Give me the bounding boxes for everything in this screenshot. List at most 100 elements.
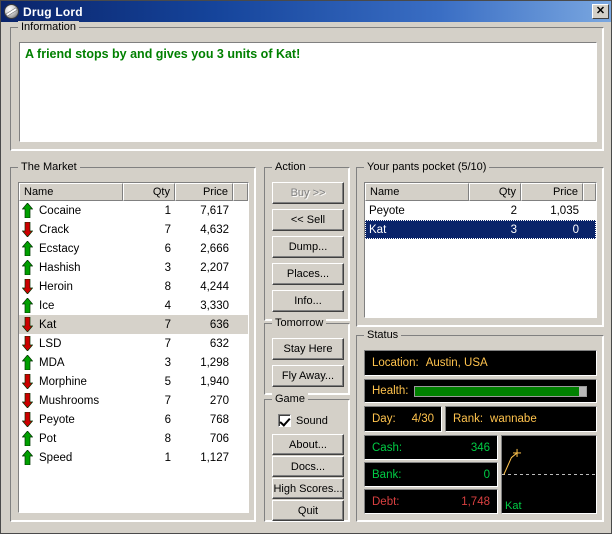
market-row-qty: 7 xyxy=(123,319,175,331)
price-history-chart: Kat xyxy=(501,435,597,514)
market-row[interactable]: Crack74,632 xyxy=(19,220,248,239)
market-row-name: Speed xyxy=(35,452,123,464)
market-list[interactable]: Name Qty Price Cocaine17,617Crack74,632E… xyxy=(18,182,249,513)
market-row[interactable]: Peyote6768 xyxy=(19,410,248,429)
status-legend: Status xyxy=(364,329,401,341)
pocket-row-price: 0 xyxy=(521,224,583,236)
market-row-qty: 6 xyxy=(123,243,175,255)
market-row-qty: 3 xyxy=(123,262,175,274)
pocket-list[interactable]: Name Qty Price Peyote21,035Kat30 xyxy=(364,182,597,318)
market-row-name: Peyote xyxy=(35,414,123,426)
location-label: Location: xyxy=(372,357,419,369)
market-row-price: 7,617 xyxy=(175,205,233,217)
market-row[interactable]: Ecstacy62,666 xyxy=(19,239,248,258)
pocket-row[interactable]: Peyote21,035 xyxy=(365,201,596,220)
rank-label: Rank: xyxy=(453,413,483,425)
market-row[interactable]: Ice43,330 xyxy=(19,296,248,315)
debt-label: Debt: xyxy=(372,496,400,508)
trend-up-arrow-icon xyxy=(22,241,33,256)
market-row-qty: 7 xyxy=(123,224,175,236)
action-button-sell[interactable]: << Sell xyxy=(272,209,344,231)
health-label: Health: xyxy=(372,385,408,397)
market-trend-icon-wrap xyxy=(19,279,35,294)
cash-field: Cash: 346 xyxy=(364,435,498,460)
pocket-col-name[interactable]: Name xyxy=(365,183,469,201)
game-legend: Game xyxy=(272,393,308,405)
market-row-name: Cocaine xyxy=(35,205,123,217)
market-row[interactable]: MDA31,298 xyxy=(19,353,248,372)
trend-down-arrow-icon xyxy=(22,317,33,332)
action-button-places[interactable]: Places... xyxy=(272,263,344,285)
market-legend: The Market xyxy=(18,161,80,173)
information-text-area[interactable]: A friend stops by and gives you 3 units … xyxy=(19,42,597,142)
market-row-name: Heroin xyxy=(35,281,123,293)
market-trend-icon-wrap xyxy=(19,203,35,218)
pocket-list-header: Name Qty Price xyxy=(365,183,596,201)
tomorrow-legend: Tomorrow xyxy=(272,317,326,329)
market-row-price: 2,666 xyxy=(175,243,233,255)
trend-up-arrow-icon xyxy=(22,431,33,446)
market-col-price[interactable]: Price xyxy=(175,183,233,201)
market-trend-icon-wrap xyxy=(19,317,35,332)
information-legend: Information xyxy=(18,21,79,33)
market-row-price: 632 xyxy=(175,338,233,350)
pocket-col-qty[interactable]: Qty xyxy=(469,183,521,201)
sound-checkbox-row[interactable]: Sound xyxy=(278,414,328,427)
game-button-docs[interactable]: Docs... xyxy=(272,456,344,477)
market-trend-icon-wrap xyxy=(19,336,35,351)
sound-checkbox[interactable] xyxy=(278,414,291,427)
trend-down-arrow-icon xyxy=(22,279,33,294)
trend-down-arrow-icon xyxy=(22,336,33,351)
market-row-qty: 5 xyxy=(123,376,175,388)
pocket-row[interactable]: Kat30 xyxy=(365,220,596,239)
market-row[interactable]: LSD7632 xyxy=(19,334,248,353)
market-row-name: Ecstacy xyxy=(35,243,123,255)
tomorrow-button-stay-here[interactable]: Stay Here xyxy=(272,338,344,360)
market-row-qty: 1 xyxy=(123,205,175,217)
market-row[interactable]: Kat7636 xyxy=(19,315,248,334)
app-disc-icon xyxy=(4,4,19,19)
market-trend-icon-wrap xyxy=(19,431,35,446)
tomorrow-button-fly-away[interactable]: Fly Away... xyxy=(272,365,344,387)
market-row-price: 768 xyxy=(175,414,233,426)
market-row-qty: 4 xyxy=(123,300,175,312)
game-button-quit[interactable]: Quit xyxy=(272,500,344,521)
close-window-button[interactable]: ✕ xyxy=(592,4,609,19)
market-row-qty: 8 xyxy=(123,433,175,445)
market-row-price: 4,632 xyxy=(175,224,233,236)
trend-down-arrow-icon xyxy=(22,412,33,427)
market-trend-icon-wrap xyxy=(19,374,35,389)
market-row-qty: 7 xyxy=(123,338,175,350)
market-row-name: Crack xyxy=(35,224,123,236)
market-row-price: 1,127 xyxy=(175,452,233,464)
market-row-qty: 3 xyxy=(123,357,175,369)
market-row-price: 4,244 xyxy=(175,281,233,293)
game-button-about[interactable]: About... xyxy=(272,434,344,455)
action-button-dump[interactable]: Dump... xyxy=(272,236,344,258)
trend-up-arrow-icon xyxy=(22,203,33,218)
market-col-name[interactable]: Name xyxy=(19,183,123,201)
market-row[interactable]: Mushrooms7270 xyxy=(19,391,248,410)
day-field: Day: 4/30 xyxy=(364,406,442,432)
market-col-qty[interactable]: Qty xyxy=(123,183,175,201)
game-button-high-scores[interactable]: High Scores... xyxy=(272,478,344,499)
market-row[interactable]: Speed11,127 xyxy=(19,448,248,467)
pocket-row-name: Kat xyxy=(365,224,469,236)
health-bar xyxy=(414,386,587,397)
cash-value: 346 xyxy=(402,442,490,454)
market-row[interactable]: Morphine51,940 xyxy=(19,372,248,391)
health-bar-fill xyxy=(415,387,579,396)
market-row-price: 2,207 xyxy=(175,262,233,274)
market-row[interactable]: Pot8706 xyxy=(19,429,248,448)
market-row[interactable]: Cocaine17,617 xyxy=(19,201,248,220)
pocket-col-price[interactable]: Price xyxy=(521,183,583,201)
action-button-info[interactable]: Info... xyxy=(272,290,344,312)
market-row[interactable]: Hashish32,207 xyxy=(19,258,248,277)
tomorrow-group: Tomorrow Stay HereFly Away... xyxy=(264,323,350,395)
market-row[interactable]: Heroin84,244 xyxy=(19,277,248,296)
price-history-chart-svg xyxy=(502,436,596,513)
market-row-price: 706 xyxy=(175,433,233,445)
pocket-row-name: Peyote xyxy=(365,205,469,217)
window-title: Drug Lord xyxy=(23,5,592,19)
action-legend: Action xyxy=(272,161,309,173)
